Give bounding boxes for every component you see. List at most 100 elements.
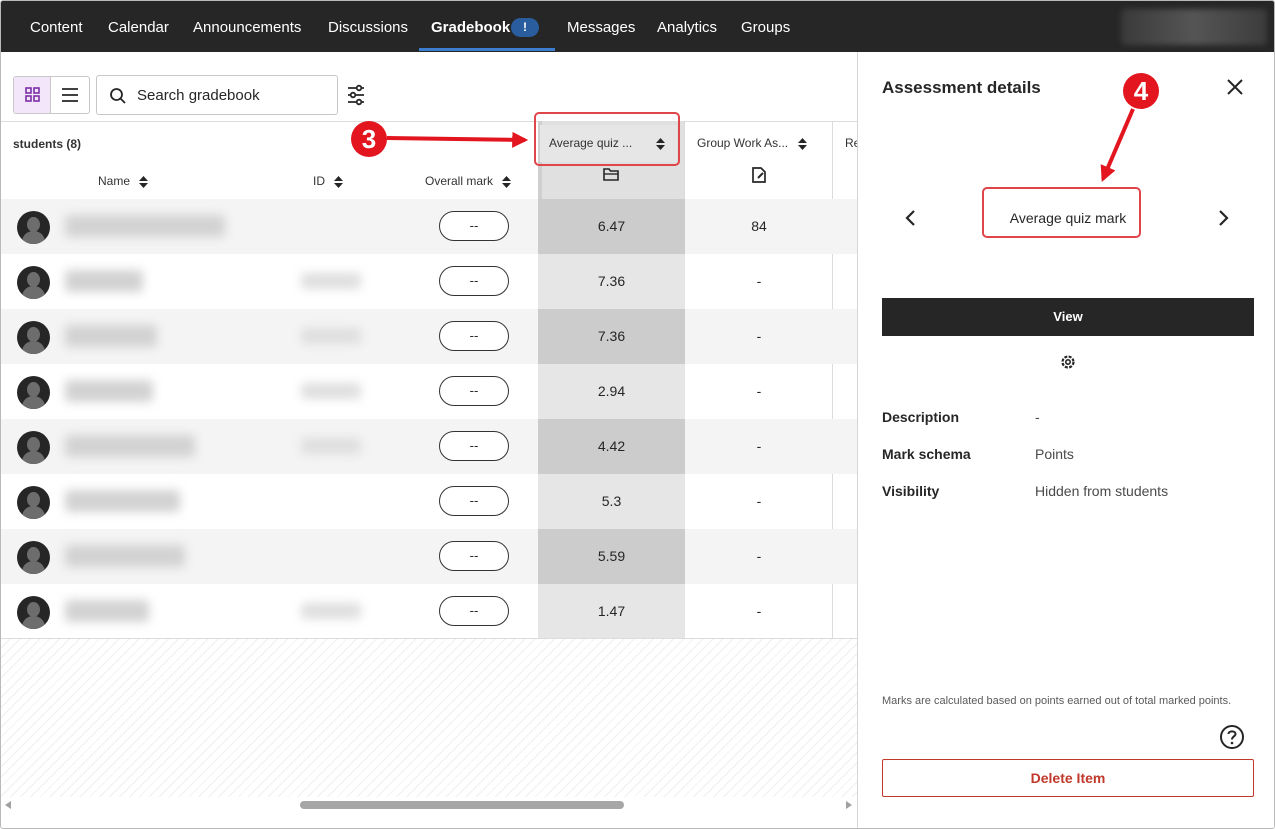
avg-quiz-value[interactable]: 5.59 xyxy=(538,529,685,584)
step-marker-3: 3 xyxy=(351,121,387,157)
scroll-left-icon[interactable] xyxy=(5,801,11,809)
student-name-redacted[interactable] xyxy=(65,600,149,622)
horizontal-scrollbar[interactable] xyxy=(1,797,857,813)
search-field[interactable] xyxy=(96,75,338,115)
avatar xyxy=(17,486,50,519)
tab-content[interactable]: Content xyxy=(30,1,83,52)
student-name-redacted[interactable] xyxy=(65,215,225,237)
avg-quiz-value[interactable]: 2.94 xyxy=(538,364,685,419)
empty-grid-area xyxy=(1,638,857,801)
chevron-left-icon[interactable] xyxy=(904,208,918,228)
scroll-right-icon[interactable] xyxy=(846,801,852,809)
table-row: -- 6.47 84 xyxy=(1,199,857,254)
step-marker-4: 4 xyxy=(1123,73,1159,109)
avg-quiz-value[interactable]: 5.3 xyxy=(538,474,685,529)
search-input[interactable] xyxy=(137,84,327,106)
highlight-avg-quiz-header xyxy=(534,112,680,166)
avg-quiz-value[interactable]: 7.36 xyxy=(538,309,685,364)
group-work-value[interactable]: - xyxy=(686,309,832,364)
active-tab-indicator xyxy=(419,48,555,51)
tab-announcements[interactable]: Announcements xyxy=(193,1,301,52)
user-menu[interactable] xyxy=(1121,9,1267,45)
sort-icon xyxy=(334,175,344,188)
student-name-redacted[interactable] xyxy=(65,380,153,402)
student-name-redacted[interactable] xyxy=(65,325,157,347)
student-id-redacted xyxy=(301,328,361,344)
tab-gradebook[interactable]: Gradebook xyxy=(431,1,510,52)
group-work-column-header[interactable]: Group Work As... xyxy=(697,136,807,150)
highlight-item-name xyxy=(982,187,1141,238)
assessment-details-panel: Assessment details Average quiz mark Vie… xyxy=(857,52,1274,828)
tab-analytics[interactable]: Analytics xyxy=(657,1,717,52)
student-name-redacted[interactable] xyxy=(65,270,143,292)
avatar xyxy=(17,211,50,244)
avg-quiz-value[interactable]: 1.47 xyxy=(538,584,685,639)
group-work-value[interactable]: - xyxy=(686,364,832,419)
delete-item-button[interactable]: Delete Item xyxy=(882,759,1254,797)
filter-sliders-icon xyxy=(348,84,364,106)
table-row: -- 5.3 - xyxy=(1,474,857,529)
folder-icon xyxy=(603,168,619,181)
gear-icon[interactable] xyxy=(1059,353,1077,371)
group-work-value[interactable]: 84 xyxy=(686,199,832,254)
sort-icon xyxy=(502,175,512,188)
overall-column-header[interactable]: Overall mark xyxy=(425,174,512,188)
document-edit-icon xyxy=(752,167,766,183)
student-name-redacted[interactable] xyxy=(65,490,180,512)
avatar xyxy=(17,596,50,629)
student-id-redacted xyxy=(301,438,361,454)
students-count: students (8) xyxy=(13,137,82,151)
overall-mark-button[interactable]: -- xyxy=(439,321,509,351)
avg-quiz-value[interactable]: 6.47 xyxy=(538,199,685,254)
scrollbar-thumb[interactable] xyxy=(300,801,624,809)
top-nav: Content Calendar Announcements Discussio… xyxy=(1,1,1274,52)
group-work-value[interactable]: - xyxy=(686,529,832,584)
tab-calendar[interactable]: Calendar xyxy=(108,1,169,52)
group-work-value[interactable]: - xyxy=(686,474,832,529)
name-column-header[interactable]: Name xyxy=(98,174,149,188)
avatar xyxy=(17,266,50,299)
overall-mark-button[interactable]: -- xyxy=(439,266,509,296)
id-column-header[interactable]: ID xyxy=(313,174,344,188)
table-row: -- 1.47 - xyxy=(1,584,857,639)
close-icon[interactable] xyxy=(1225,77,1245,97)
panel-title: Assessment details xyxy=(882,78,1041,97)
description-label: Description xyxy=(882,409,960,425)
table-row: -- 7.36 - xyxy=(1,309,857,364)
student-name-redacted[interactable] xyxy=(65,545,185,567)
visibility-label: Visibility xyxy=(882,483,940,499)
overall-mark-button[interactable]: -- xyxy=(439,431,509,461)
avg-quiz-value[interactable]: 7.36 xyxy=(538,254,685,309)
group-work-value[interactable]: - xyxy=(686,419,832,474)
gradebook-alert-badge: ! xyxy=(511,18,539,37)
overall-mark-button[interactable]: -- xyxy=(439,541,509,571)
group-work-value[interactable]: - xyxy=(686,584,832,639)
table-row: -- 7.36 - xyxy=(1,254,857,309)
grid-view-button[interactable] xyxy=(14,77,51,113)
overall-mark-button[interactable]: -- xyxy=(439,596,509,626)
grid-icon xyxy=(25,87,40,102)
filter-button[interactable] xyxy=(346,84,366,106)
avg-quiz-value[interactable]: 4.42 xyxy=(538,419,685,474)
overall-header-label: Overall mark xyxy=(425,174,494,188)
group-work-header-label: Group Work As... xyxy=(697,136,789,150)
help-icon[interactable] xyxy=(1219,724,1245,750)
tab-groups[interactable]: Groups xyxy=(741,1,790,52)
overall-mark-button[interactable]: -- xyxy=(439,211,509,241)
overall-mark-button[interactable]: -- xyxy=(439,486,509,516)
chevron-right-icon[interactable] xyxy=(1216,208,1230,228)
student-name-redacted[interactable] xyxy=(65,435,195,457)
overall-mark-button[interactable]: -- xyxy=(439,376,509,406)
tab-messages[interactable]: Messages xyxy=(567,1,635,52)
app-frame: Content Calendar Announcements Discussio… xyxy=(0,0,1275,829)
id-header-label: ID xyxy=(313,174,325,188)
visibility-value: Hidden from students xyxy=(1035,483,1169,499)
next-column-header[interactable]: Re xyxy=(845,136,857,150)
view-button[interactable]: View xyxy=(882,298,1254,336)
mark-schema-label: Mark schema xyxy=(882,446,971,462)
group-work-value[interactable]: - xyxy=(686,254,832,309)
avatar xyxy=(17,541,50,574)
tab-discussions[interactable]: Discussions xyxy=(328,1,408,52)
list-view-button[interactable] xyxy=(51,77,89,113)
mark-schema-value: Points xyxy=(1035,446,1074,462)
